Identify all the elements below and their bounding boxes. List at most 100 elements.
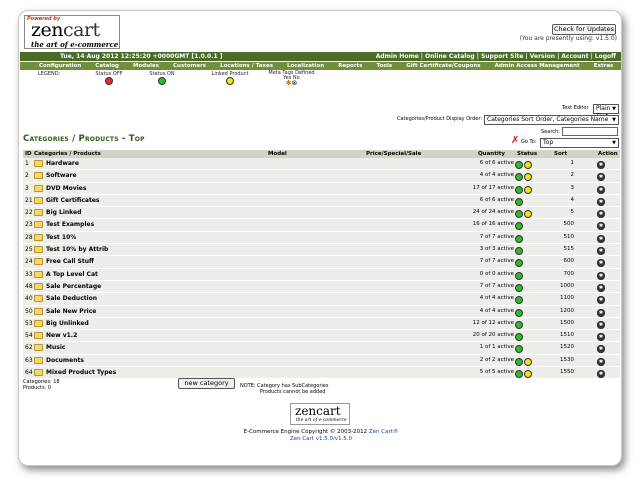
meta-tags-icon[interactable]: ✱ [597,247,605,256]
meta-tags-icon[interactable]: ✱ [597,357,605,366]
menu-gift-certificate-coupons[interactable]: Gift Certificate/Coupons [399,62,487,70]
folder-icon[interactable] [34,221,43,229]
status-on-icon[interactable] [515,161,523,169]
toplink-logoff[interactable]: Logoff [593,52,618,61]
meta-tags-icon[interactable]: ✱ [597,234,605,243]
menu-catalog[interactable]: Catalog [88,62,126,70]
folder-icon[interactable] [34,196,43,204]
status-on-icon[interactable] [515,259,523,268]
status-on-icon[interactable] [515,271,523,280]
category-name[interactable]: Sale New Price [46,308,96,315]
folder-icon[interactable] [34,369,43,377]
category-name[interactable]: Gift Certificates [46,197,99,204]
toplink-account[interactable]: Account [559,52,590,61]
menu-customers[interactable]: Customers [166,62,213,70]
folder-icon[interactable] [34,258,43,266]
table-row[interactable]: 28Test 10%7 of 7 active510exm✱ [23,231,620,245]
table-row[interactable]: 33A Top Level Cat0 of 0 active700exm✱ [23,268,620,281]
status-on-icon[interactable] [515,283,523,292]
folder-icon[interactable] [34,295,43,303]
goto-select[interactable]: Top ▼ [540,138,619,148]
reset-x-icon[interactable]: ✗ [511,135,519,146]
meta-tags-icon[interactable]: ✱ [597,283,605,292]
status-on-icon[interactable] [515,357,523,366]
table-row[interactable]: 25Test 10% by Attrib3 of 3 active515exm✱ [23,244,620,257]
category-name[interactable]: Test Examples [46,221,94,228]
table-row[interactable]: 63Documents2 of 2 active1530exm✱ [23,354,620,368]
meta-tags-icon[interactable]: ✱ [597,296,605,305]
folder-icon[interactable] [34,282,43,290]
table-row[interactable]: 40Sale Deduction4 of 4 active1100exm✱ [23,293,620,306]
version-link[interactable]: Zen Cart v1.5.0/v1.5.0 [290,436,352,442]
toplink-admin-home[interactable]: Admin Home [374,52,421,61]
toplink-support-site[interactable]: Support Site [479,52,526,61]
meta-tags-icon[interactable]: ✱ [597,222,605,231]
category-name[interactable]: Mixed Product Types [46,369,116,376]
folder-icon[interactable] [34,319,43,327]
table-row[interactable]: 48Sale Percentage7 of 7 active1000exm✱ [23,280,620,294]
category-name[interactable]: Documents [46,357,84,364]
menu-admin-access-management[interactable]: Admin Access Management [488,62,587,70]
meta-tags-icon[interactable]: ✱ [597,320,605,329]
folder-icon[interactable] [34,344,43,352]
status-on-icon[interactable] [515,222,523,231]
status-on-icon[interactable] [515,247,523,256]
folder-icon[interactable] [34,356,43,364]
toplink-version[interactable]: Version [528,52,557,61]
category-name[interactable]: Sale Deduction [46,295,97,302]
menu-tools[interactable]: Tools [369,62,399,70]
status-on-icon[interactable] [515,333,523,342]
status-on-icon[interactable] [515,210,523,219]
toplink-online-catalog[interactable]: Online Catalog [423,52,477,61]
folder-icon[interactable] [34,160,43,167]
category-name[interactable]: Big Linked [46,209,81,216]
status-on-icon[interactable] [515,308,523,317]
menu-reports[interactable]: Reports [331,62,369,70]
meta-tags-icon[interactable]: ✱ [597,333,605,342]
table-row[interactable]: 24Free Call Stuff7 of 7 active600exm✱ [23,256,620,269]
category-name[interactable]: Free Call Stuff [46,258,94,265]
category-name[interactable]: DVD Movies [46,185,86,192]
status-on-icon[interactable] [515,234,523,243]
menu-locations-taxes[interactable]: Locations / Taxes [213,62,280,70]
folder-icon[interactable] [34,233,43,241]
status-on-icon[interactable] [515,185,523,194]
status-on-icon[interactable] [515,345,523,354]
status-on-icon[interactable] [515,370,523,379]
status-on-icon[interactable] [515,296,523,305]
category-name[interactable]: New v1.2 [46,332,77,339]
table-row[interactable]: 1Hardware6 of 6 active1exm✱ [23,158,620,171]
meta-tags-icon[interactable]: ✱ [597,185,605,194]
table-row[interactable]: 50Sale New Price4 of 4 active1200exm✱ [23,305,620,318]
category-name[interactable]: Sale Percentage [46,283,101,290]
zen-cart-link[interactable]: Zen Cart® [369,429,399,435]
new-category-button[interactable]: new category [178,378,235,389]
meta-tags-icon[interactable]: ✱ [597,173,605,182]
folder-icon[interactable] [34,172,43,180]
category-name[interactable]: Software [46,172,77,179]
footer-zen-cart-logo[interactable]: zencart the art of e-commerce [290,403,350,425]
table-row[interactable]: 22Big Linked24 of 24 active5exm✱ [23,207,620,220]
check-updates-button[interactable]: Check for Updates [552,24,616,35]
table-row[interactable]: 62Music1 of 1 active1520exm✱ [23,342,620,355]
folder-icon[interactable] [34,209,43,217]
meta-tags-icon[interactable]: ✱ [597,308,605,317]
meta-tags-icon[interactable]: ✱ [597,271,605,280]
category-name[interactable]: Test 10% by Attrib [46,246,108,253]
table-row[interactable]: 53Big Unlinked12 of 12 active1500exm✱ [23,317,620,331]
status-on-icon[interactable] [515,173,523,182]
table-row[interactable]: 3DVD Movies17 of 17 active3exm✱ [23,182,620,195]
menu-configuration[interactable]: Configuration [32,62,88,70]
table-row[interactable]: 54New v1.220 of 20 active1510exm✱ [23,330,620,343]
meta-tags-icon[interactable]: ✱ [597,345,605,354]
table-row[interactable]: 64Mixed Product Types5 of 5 active1550ex… [23,367,620,380]
sort-order-select[interactable]: Categories Sort Order, Categories Name ▼ [484,115,619,125]
category-name[interactable]: A Top Level Cat [46,271,98,278]
folder-icon[interactable] [34,332,43,340]
folder-icon[interactable] [34,307,43,315]
folder-icon[interactable] [34,246,43,254]
table-row[interactable]: 21Gift Certificates6 of 6 active4exm✱ [23,194,620,208]
text-editor-select[interactable]: Plain Text▼ [593,104,619,120]
category-name[interactable]: Big Unlinked [46,320,89,327]
category-name[interactable]: Test 10% [46,234,76,241]
